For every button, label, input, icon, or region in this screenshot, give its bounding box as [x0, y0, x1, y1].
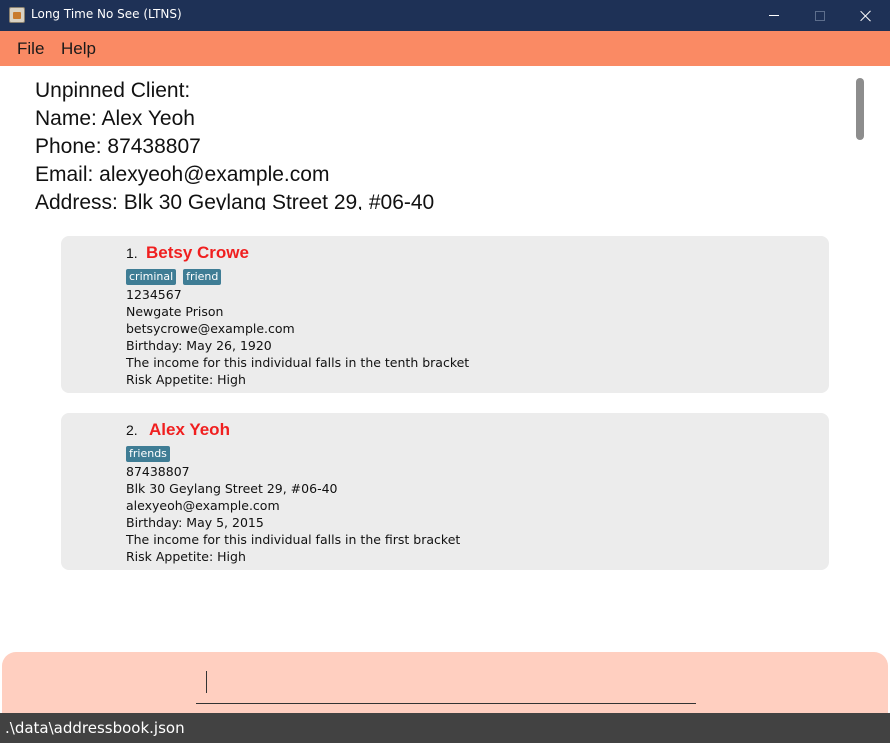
detail-address: Address: Blk 30 Geylang Street 29, #06-4…	[35, 191, 435, 210]
command-box	[2, 652, 888, 714]
minimize-button[interactable]	[751, 0, 797, 31]
client-risk: Risk Appetite: High	[126, 549, 246, 564]
command-input[interactable]	[196, 670, 696, 704]
client-email: betsycrowe@example.com	[126, 321, 295, 336]
tag-badge: friends	[126, 446, 170, 462]
client-detail-panel: Unpinned Client: Name: Alex Yeoh Phone: …	[0, 66, 890, 210]
client-index: 1.	[126, 245, 138, 261]
maximize-button[interactable]	[797, 0, 843, 31]
close-button[interactable]	[843, 0, 889, 31]
client-address: Blk 30 Geylang Street 29, #06-40	[126, 481, 338, 496]
detail-heading: Unpinned Client:	[35, 79, 191, 102]
tag-badge: friend	[183, 269, 222, 285]
client-birthday: Birthday: May 26, 1920	[126, 338, 272, 353]
client-index: 2.	[126, 422, 138, 438]
menu-help[interactable]: Help	[61, 39, 96, 59]
menu-file[interactable]: File	[17, 39, 44, 59]
client-phone: 87438807	[126, 464, 190, 479]
menu-bar: File Help	[0, 31, 890, 66]
detail-email: Email: alexyeoh@example.com	[35, 163, 330, 186]
client-name: Alex Yeoh	[149, 420, 230, 439]
text-cursor	[206, 671, 207, 693]
maximize-icon	[815, 10, 825, 21]
tag-badge: criminal	[126, 269, 177, 285]
data-file-path: .\data\addressbook.json	[5, 719, 185, 737]
client-income: The income for this individual falls in …	[126, 355, 470, 370]
title-bar: Long Time No See (LTNS)	[0, 0, 890, 31]
client-email: alexyeoh@example.com	[126, 498, 280, 513]
detail-scrollbar[interactable]	[856, 78, 864, 140]
client-name: Betsy Crowe	[146, 243, 249, 262]
client-risk: Risk Appetite: High	[126, 372, 246, 387]
client-card[interactable]: 1. Betsy Crowe criminal friend 1234567 N…	[61, 236, 829, 393]
detail-name: Name: Alex Yeoh	[35, 107, 195, 130]
client-address: Newgate Prison	[126, 304, 224, 319]
client-tags: friends	[126, 446, 170, 462]
close-icon	[860, 10, 872, 22]
client-tags: criminal friend	[126, 269, 222, 285]
client-income: The income for this individual falls in …	[126, 532, 461, 547]
status-bar: .\data\addressbook.json	[0, 713, 890, 743]
window-title: Long Time No See (LTNS)	[31, 7, 182, 21]
client-card[interactable]: 2. Alex Yeoh friends 87438807 Blk 30 Gey…	[61, 413, 829, 570]
detail-phone: Phone: 87438807	[35, 135, 201, 158]
app-icon	[9, 7, 25, 23]
client-phone: 1234567	[126, 287, 182, 302]
client-birthday: Birthday: May 5, 2015	[126, 515, 264, 530]
minimize-icon	[769, 15, 779, 16]
